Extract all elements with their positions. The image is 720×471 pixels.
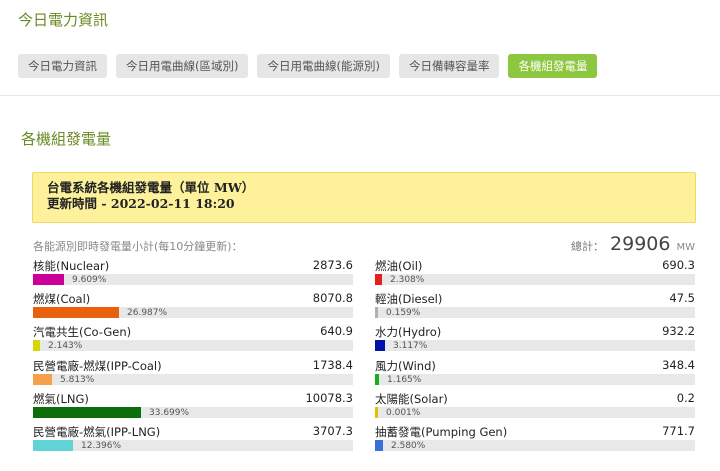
tab-unit-generation[interactable]: 各機組發電量 [508, 54, 598, 78]
progress-fill [375, 307, 378, 319]
energy-name: 民營電廠-燃氣(IPP-LNG) [33, 424, 161, 439]
tab-load-curve-energy[interactable]: 今日用電曲線(能源別) [257, 54, 390, 78]
energy-list-right: 燃油(Oil) 690.3 2.308% 輕油(Diesel) 47.5 0.159% 水力… [375, 256, 695, 455]
progress-track: 2.143% [33, 340, 353, 352]
energy-percent: 1.165% [387, 374, 422, 385]
page-title: 今日電力資訊 [18, 11, 109, 29]
subtitle: 各能源別即時發電量小計(每10分鐘更新)： [33, 240, 243, 253]
progress-fill [375, 274, 382, 285]
progress-fill [33, 340, 40, 352]
energy-percent: 12.396% [81, 440, 122, 451]
energy-item: 燃氣(LNG) 10078.3 33.699% [33, 389, 353, 422]
progress-track: 33.699% [33, 406, 353, 418]
energy-item: 太陽能(Solar) 0.2 0.001% [375, 389, 695, 422]
notice-box: 台電系統各機組發電量（單位 MW） 更新時間 - 2022-02-11 18:2… [32, 172, 696, 223]
energy-percent: 9.609% [72, 275, 107, 285]
energy-value: 0.2 [676, 390, 695, 405]
tab-bar: 今日電力資訊 今日用電曲線(區域別) 今日用電曲線(能源別) 今日備轉容量率 各… [18, 54, 598, 78]
energy-value: 2873.6 [312, 258, 353, 272]
energy-item: 民營電廠-燃煤(IPP-Coal) 1738.4 5.813% [33, 356, 353, 389]
energy-value: 8070.8 [312, 291, 353, 306]
energy-name: 民營電廠-燃煤(IPP-Coal) [33, 358, 162, 373]
energy-item: 水力(Hydro) 932.2 3.117% [375, 322, 695, 355]
progress-track: 5.813% [33, 373, 353, 385]
energy-list-left: 核能(Nuclear) 2873.6 9.609% 燃煤(Coal) 8070.8 26.… [33, 256, 353, 455]
progress-track: 1.165% [375, 373, 695, 385]
energy-name: 燃煤(Coal) [33, 292, 91, 307]
progress-track: 2.308% [375, 274, 695, 285]
energy-percent: 0.001% [386, 407, 421, 418]
energy-percent: 3.117% [393, 341, 428, 352]
progress-track: 9.609% [33, 274, 353, 285]
progress-track: 3.117% [375, 340, 695, 352]
progress-fill [375, 340, 385, 352]
energy-percent: 33.699% [149, 407, 190, 418]
energy-value: 690.3 [662, 258, 695, 272]
energy-value: 932.2 [662, 324, 695, 339]
progress-fill [33, 373, 52, 385]
progress-track: 2.580% [375, 439, 695, 451]
energy-value: 47.5 [669, 291, 695, 306]
energy-item: 核能(Nuclear) 2873.6 9.609% [33, 256, 353, 289]
energy-item: 汽電共生(Co-Gen) 640.9 2.143% [33, 322, 353, 355]
energy-item: 抽蓄發電(Pumping Gen) 771.7 2.580% [375, 422, 695, 455]
energy-item: 燃煤(Coal) 8070.8 26.987% [33, 289, 353, 322]
energy-name: 燃氣(LNG) [33, 391, 89, 406]
energy-name: 風力(Wind) [375, 358, 436, 373]
energy-value: 10078.3 [305, 390, 353, 405]
total-summary: 總計： 29906 MW [571, 233, 695, 255]
progress-track: 0.001% [375, 406, 695, 418]
energy-value: 771.7 [662, 423, 695, 438]
progress-fill [375, 439, 383, 451]
energy-name: 汽電共生(Co-Gen) [33, 325, 132, 340]
notice-update-time: 更新時間 - 2022-02-11 18:20 [47, 196, 235, 211]
progress-track: 12.396% [33, 439, 353, 451]
tab-today-power-info[interactable]: 今日電力資訊 [18, 54, 107, 78]
total-value: 29906 [610, 233, 671, 255]
progress-fill [375, 406, 378, 418]
section-title: 各機組發電量 [21, 130, 112, 148]
energy-percent: 5.813% [60, 374, 95, 385]
energy-percent: 2.308% [390, 275, 425, 285]
energy-value: 3707.3 [312, 423, 353, 438]
progress-track: 26.987% [33, 307, 353, 319]
energy-item: 輕油(Diesel) 47.5 0.159% [375, 289, 695, 322]
energy-item: 風力(Wind) 348.4 1.165% [375, 356, 695, 389]
energy-name: 燃油(Oil) [375, 259, 423, 273]
energy-percent: 2.580% [391, 440, 426, 451]
progress-fill [33, 439, 73, 451]
energy-percent: 26.987% [127, 308, 168, 319]
energy-name: 太陽能(Solar) [375, 391, 448, 406]
energy-item: 燃油(Oil) 690.3 2.308% [375, 256, 695, 289]
energy-value: 348.4 [662, 357, 695, 372]
page-header: 今日電力資訊 今日電力資訊 今日用電曲線(區域別) 今日用電曲線(能源別) 今日… [0, 0, 720, 96]
progress-track: 0.159% [375, 307, 695, 319]
energy-percent: 2.143% [48, 341, 83, 352]
energy-percent: 0.159% [386, 308, 421, 319]
total-unit: MW [676, 242, 695, 253]
tab-reserve-margin[interactable]: 今日備轉容量率 [398, 54, 500, 78]
progress-fill [33, 406, 141, 418]
notice-title: 台電系統各機組發電量（單位 MW） [47, 180, 255, 195]
total-label: 總計： [571, 240, 605, 253]
progress-fill [33, 307, 119, 319]
energy-name: 輕油(Diesel) [375, 292, 443, 307]
energy-item: 民營電廠-燃氣(IPP-LNG) 3707.3 12.396% [33, 422, 353, 455]
energy-name: 核能(Nuclear) [33, 259, 110, 273]
energy-name: 抽蓄發電(Pumping Gen) [375, 424, 508, 439]
tab-load-curve-region[interactable]: 今日用電曲線(區域別) [116, 54, 249, 78]
energy-value: 1738.4 [312, 357, 353, 372]
energy-value: 640.9 [320, 324, 353, 339]
energy-name: 水力(Hydro) [375, 325, 442, 340]
progress-fill [375, 373, 379, 385]
progress-fill [33, 274, 64, 285]
